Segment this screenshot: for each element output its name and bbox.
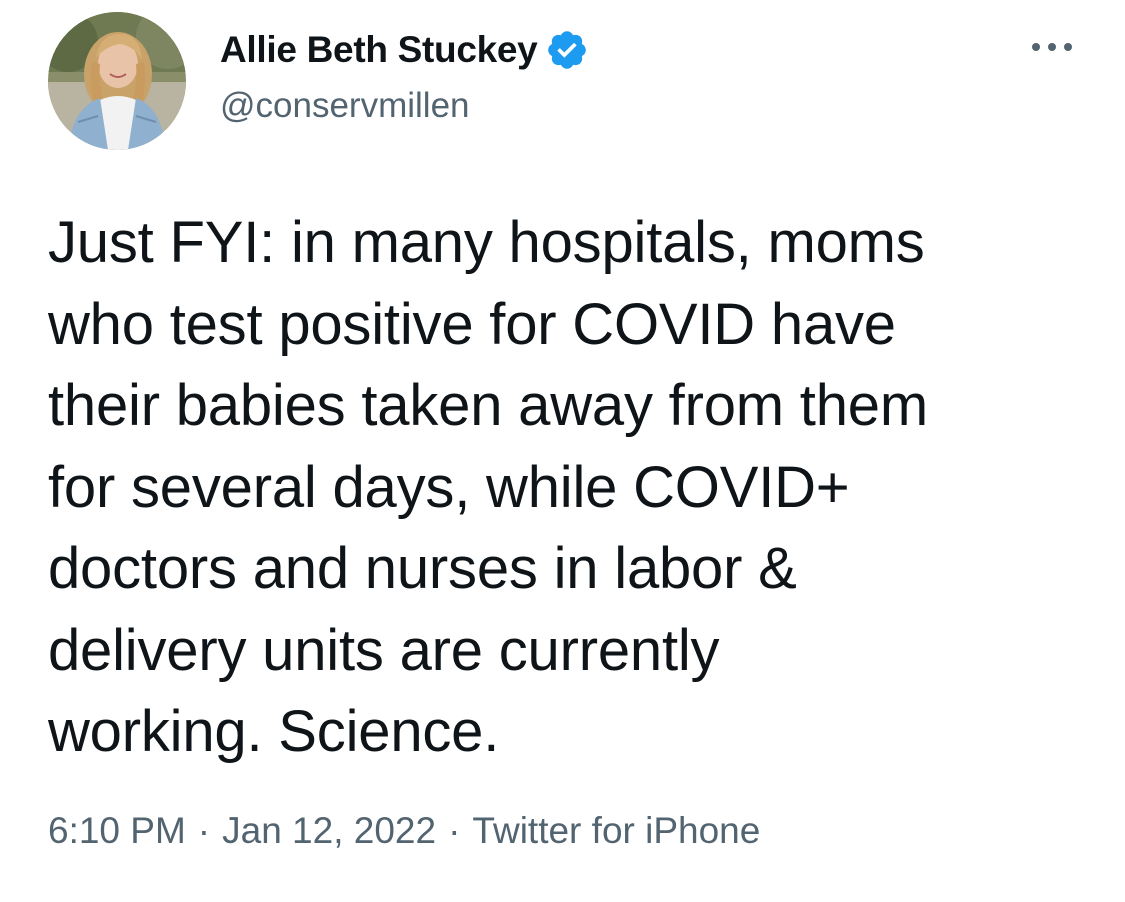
- tweet-text-line: working. Science.: [48, 699, 500, 764]
- verified-badge-icon: [545, 28, 589, 72]
- tweet-text: Just FYI: in many hospitals, moms who te…: [48, 202, 1098, 773]
- more-options-icon[interactable]: [1026, 30, 1078, 64]
- tweet-meta: 6:10 PM · Jan 12, 2022 · Twitter for iPh…: [48, 810, 760, 852]
- tweet-time[interactable]: 6:10 PM: [48, 810, 186, 852]
- tweet-text-line: who test positive for COVID have: [48, 291, 896, 357]
- tweet-text-line: for several days, while COVID+: [48, 454, 850, 520]
- tweet-card: Allie Beth Stuckey @conservmillen Just F…: [0, 0, 1125, 902]
- tweet-source[interactable]: Twitter for iPhone: [472, 810, 760, 852]
- tweet-date[interactable]: Jan 12, 2022: [222, 810, 436, 852]
- avatar[interactable]: [48, 12, 186, 150]
- avatar-photo: [48, 12, 186, 150]
- author-name-row: Allie Beth Stuckey: [220, 28, 589, 72]
- tweet-text-line: their babies taken away from them: [48, 373, 928, 438]
- tweet-text-line: delivery units are currently: [48, 617, 720, 683]
- author-handle[interactable]: @conservmillen: [220, 86, 470, 126]
- tweet-text-line: Just FYI: in many hospitals, moms: [48, 210, 925, 275]
- author-display-name[interactable]: Allie Beth Stuckey: [220, 29, 538, 71]
- meta-separator: ·: [448, 810, 461, 851]
- meta-separator: ·: [197, 810, 211, 851]
- tweet-text-line: doctors and nurses in labor &: [48, 536, 797, 601]
